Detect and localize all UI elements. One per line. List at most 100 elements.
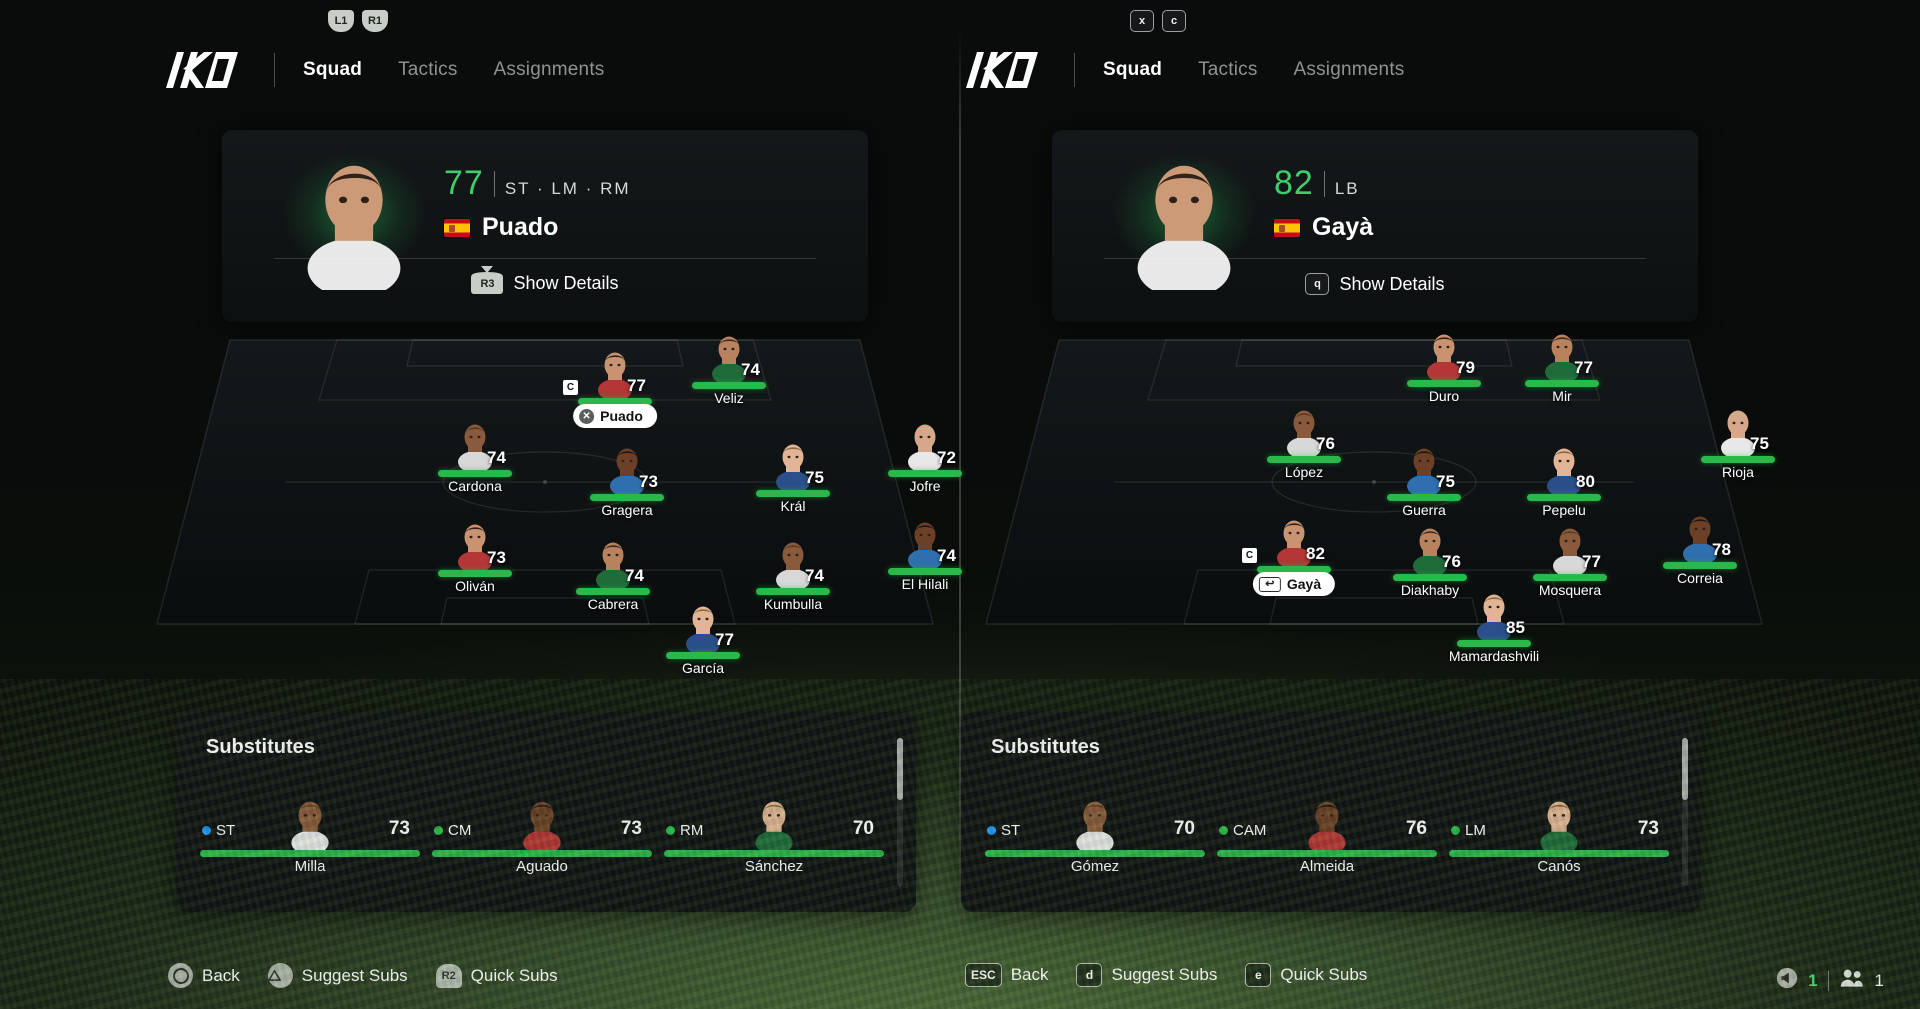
pitch-player-token[interactable]: 79 Duro bbox=[1384, 328, 1504, 408]
action-label: Quick Subs bbox=[470, 965, 558, 985]
action-back[interactable]: ESC Back bbox=[965, 963, 1048, 987]
key-x-icon[interactable]: x bbox=[1130, 10, 1154, 32]
pitch-formation[interactable]: C 77 ✕ Puado 74 Veliz 74 Cardona 73 Grag… bbox=[156, 336, 962, 676]
substitute-fitness-bar bbox=[1449, 850, 1669, 857]
pitch-player-token[interactable]: 74 Veliz bbox=[669, 330, 789, 410]
bottom-action-bar: Back Suggest Subs R2 Quick Subs ESC Back… bbox=[0, 947, 1920, 1009]
show-details-label: Show Details bbox=[1339, 273, 1445, 294]
pitch-player-token[interactable]: 74 Cardona bbox=[415, 418, 535, 498]
substitute-position: LM bbox=[1451, 822, 1486, 839]
player-rating: 77 bbox=[1574, 358, 1593, 377]
selected-player-card: 82 LB Gayà q Show Details bbox=[1052, 130, 1698, 322]
position-dot-icon bbox=[1219, 826, 1228, 835]
action-suggest-subs[interactable]: Suggest Subs bbox=[267, 963, 408, 988]
circle-button-icon[interactable] bbox=[168, 963, 193, 988]
action-back[interactable]: Back bbox=[168, 963, 240, 988]
player-name: López bbox=[1284, 464, 1324, 480]
pitch-player-token[interactable]: 75 Rioja bbox=[1678, 404, 1798, 484]
substitute-rating: 73 bbox=[1637, 818, 1659, 839]
pitch-player-token[interactable]: 78 Correia bbox=[1640, 510, 1760, 590]
pitch-player-token[interactable]: C 77 ✕ Puado bbox=[555, 346, 675, 428]
substitute-card[interactable]: ST 73 Milla bbox=[194, 794, 426, 880]
bumper-l1-icon[interactable]: L1 bbox=[328, 10, 354, 32]
substitute-name: Gómez bbox=[1070, 858, 1120, 875]
key-esc-icon[interactable]: ESC bbox=[965, 963, 1002, 987]
substitutes-list: ST 73 Milla CM 73 Aguado RM 70 Sánchez bbox=[194, 794, 890, 880]
pitch-player-token[interactable]: 73 Oliván bbox=[415, 518, 535, 598]
triangle-button-icon[interactable] bbox=[267, 963, 293, 988]
substitute-fitness-bar bbox=[1217, 850, 1437, 857]
pitch-formation[interactable]: 79 Duro 77 Mir 76 López 75 Guerra 80 Pep… bbox=[985, 334, 1775, 664]
player-rating: 77 bbox=[1582, 552, 1601, 571]
captain-badge: C bbox=[1242, 548, 1257, 563]
volume-icon[interactable] bbox=[1776, 967, 1798, 994]
player-name: ✕ Puado bbox=[573, 404, 657, 428]
substitutes-scrollbar[interactable] bbox=[897, 738, 903, 886]
tab-switch-prompts: L1 R1 bbox=[328, 10, 388, 32]
key-c-icon[interactable]: c bbox=[1162, 10, 1186, 32]
player-rating: 74 bbox=[937, 546, 956, 565]
player-rating: 74 bbox=[625, 566, 644, 585]
pitch-player-token[interactable]: 73 Gragera bbox=[567, 442, 687, 522]
player-fitness-bar bbox=[1267, 456, 1341, 463]
pitch-player-token[interactable]: 77 Mir bbox=[1502, 328, 1622, 408]
tab-assignments[interactable]: Assignments bbox=[1294, 57, 1405, 83]
volume-value: 1 bbox=[1808, 970, 1818, 990]
player-overall-rating: 82 bbox=[1274, 164, 1314, 202]
player-fitness-bar bbox=[756, 490, 830, 497]
captain-badge: C bbox=[563, 380, 578, 395]
cross-button-icon: ✕ bbox=[579, 408, 595, 424]
show-details-button[interactable]: q Show Details bbox=[1052, 273, 1698, 295]
substitute-card[interactable]: CAM 76 Almeida bbox=[1211, 794, 1443, 880]
tab-assignments[interactable]: Assignments bbox=[494, 57, 605, 83]
substitute-fitness-bar bbox=[985, 850, 1205, 857]
key-d-icon[interactable]: d bbox=[1076, 963, 1103, 987]
substitute-position-label: ST bbox=[216, 822, 236, 839]
player-name-row: Puado bbox=[444, 213, 558, 242]
player-rating-row: 77 ST · LM · RM bbox=[444, 164, 631, 203]
tab-tactics[interactable]: Tactics bbox=[398, 57, 457, 83]
player-name: Pepelu bbox=[1542, 502, 1586, 518]
substitute-card[interactable]: LM 73 Canós bbox=[1443, 794, 1675, 880]
substitute-rating: 76 bbox=[1405, 818, 1427, 839]
position-dot-icon bbox=[202, 826, 211, 835]
substitutes-scrollbar[interactable] bbox=[1682, 738, 1688, 886]
trigger-r2-icon[interactable]: R2 bbox=[435, 963, 462, 988]
player-rating: 75 bbox=[1436, 472, 1455, 491]
substitute-card[interactable]: RM 70 Sánchez bbox=[658, 794, 890, 880]
pitch-player-token[interactable]: 75 Král bbox=[733, 438, 853, 518]
position-dot-icon bbox=[666, 826, 675, 835]
player-name: Cabrera bbox=[587, 596, 639, 612]
substitute-position-label: ST bbox=[1001, 822, 1021, 839]
substitutes-panel: Substitutes ST 73 Milla CM 73 Aguado RM … bbox=[176, 712, 916, 912]
panel-header: Squad Tactics Assignments bbox=[960, 48, 1405, 92]
key-q-icon[interactable]: q bbox=[1305, 273, 1330, 295]
pitch-player-token[interactable]: 75 Guerra bbox=[1364, 442, 1484, 522]
action-label: Suggest Subs bbox=[301, 965, 408, 985]
left-team-panel: L1 R1 Squad Tactics Assignments 77 ST · … bbox=[0, 0, 962, 1009]
action-quick-subs[interactable]: e Quick Subs bbox=[1245, 963, 1367, 987]
show-details-button[interactable]: R3 Show Details bbox=[222, 273, 868, 294]
player-name: ↩ Gayà bbox=[1252, 572, 1336, 596]
action-suggest-subs[interactable]: d Suggest Subs bbox=[1076, 963, 1217, 987]
substitute-fitness-bar bbox=[200, 850, 420, 857]
player-fitness-bar bbox=[1457, 640, 1531, 647]
substitute-name: Aguado bbox=[516, 858, 568, 875]
pitch-player-token[interactable]: 76 López bbox=[1244, 404, 1364, 484]
key-e-icon[interactable]: e bbox=[1245, 963, 1272, 987]
bumper-r1-icon[interactable]: R1 bbox=[362, 10, 388, 32]
pitch-player-token[interactable]: C 82 ↩ Gayà bbox=[1234, 514, 1354, 596]
player-portrait bbox=[291, 801, 329, 855]
substitute-card[interactable]: ST 70 Gómez bbox=[979, 794, 1211, 880]
tab-tactics[interactable]: Tactics bbox=[1198, 57, 1257, 83]
player-fitness-bar bbox=[1387, 494, 1461, 501]
pitch-player-token[interactable]: 80 Pepelu bbox=[1504, 442, 1624, 522]
substitute-card[interactable]: CM 73 Aguado bbox=[426, 794, 658, 880]
player-fitness-bar bbox=[692, 382, 766, 389]
right-stick-r3-icon[interactable]: R3 bbox=[471, 273, 504, 294]
tab-squad[interactable]: Squad bbox=[303, 57, 362, 83]
pitch-player-token[interactable]: 85 Mamardashvili bbox=[1434, 588, 1554, 668]
action-quick-subs[interactable]: R2 Quick Subs bbox=[435, 963, 558, 988]
pitch-player-token[interactable]: 77 García bbox=[643, 600, 763, 680]
tab-squad[interactable]: Squad bbox=[1103, 57, 1162, 83]
